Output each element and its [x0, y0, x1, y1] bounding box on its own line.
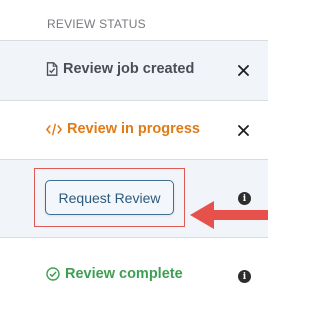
review-status-heading: REVIEW STATUS — [47, 17, 146, 31]
close-icon[interactable] — [236, 123, 250, 137]
status-label: Review job created — [63, 61, 195, 77]
status-in-progress: Review in progress — [45, 121, 200, 137]
status-complete: Review complete — [46, 266, 183, 282]
status-row-job-created: Review job created — [0, 40, 268, 100]
status-row-complete: Review complete i — [0, 237, 268, 315]
status-row-request-review: Request Review i — [0, 159, 268, 237]
red-arrow-pointer — [188, 197, 268, 238]
request-review-button[interactable]: Request Review — [45, 180, 174, 215]
status-label: Review complete — [65, 266, 183, 282]
code-icon — [45, 123, 63, 136]
status-row-in-progress: Review in progress — [0, 100, 268, 159]
close-icon[interactable] — [236, 63, 250, 77]
check-circle-icon — [46, 267, 60, 281]
document-check-icon — [46, 62, 58, 76]
status-job-created: Review job created — [46, 61, 194, 77]
status-label: Review in progress — [67, 121, 200, 137]
info-icon[interactable]: i — [238, 270, 251, 283]
